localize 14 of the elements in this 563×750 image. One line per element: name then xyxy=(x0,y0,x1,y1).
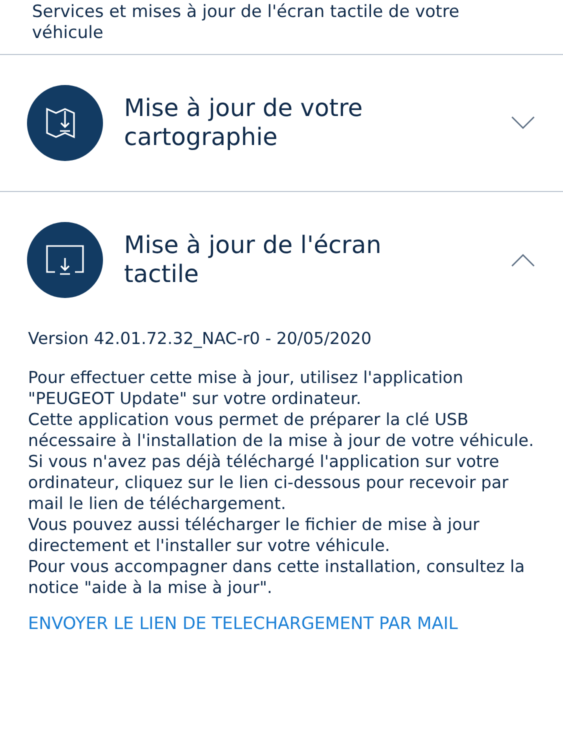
section-title[interactable]: Mise à jour de l'écran tactile xyxy=(124,231,424,289)
intro-text: Services et mises à jour de l'écran tactile de votre véhicule xyxy=(0,0,563,55)
instruction-text: Pour vous accompagner dans cette installation, consultez la notice "aide à la mise à jour". xyxy=(28,556,526,598)
chevron-up-icon[interactable] xyxy=(511,253,535,267)
instruction-text: Si vous n'avez pas déjà téléchargé l'application sur votre ordinateur, cliquez sur le lien ci-dessous pour recevoir par mail le lien de téléchargement. xyxy=(28,451,510,514)
chevron-down-icon[interactable] xyxy=(511,116,535,130)
instruction-text: Cette application vous permet de préparer la clé USB nécessaire à l'installation de la mise à jour de votre véhicule. xyxy=(28,409,535,451)
instruction-text: Pour effectuer cette mise à jour, utilisez l'application "PEUGEOT Update" sur votre ordinateur. xyxy=(28,367,464,409)
screen-download-icon xyxy=(27,222,103,298)
instruction-text: Vous pouvez aussi télécharger le fichier de mise à jour directement et l'installer sur votre véhicule. xyxy=(28,514,480,556)
map-download-icon xyxy=(27,85,103,161)
version-text: Version 42.01.72.32_NAC-r0 - 20/05/2020 xyxy=(28,328,373,349)
section-title[interactable]: Mise à jour de votre cartographie xyxy=(124,94,424,152)
send-link[interactable]: ENVOYER LE LIEN DE TELECHARGEMENT PAR MAIL xyxy=(28,614,535,635)
